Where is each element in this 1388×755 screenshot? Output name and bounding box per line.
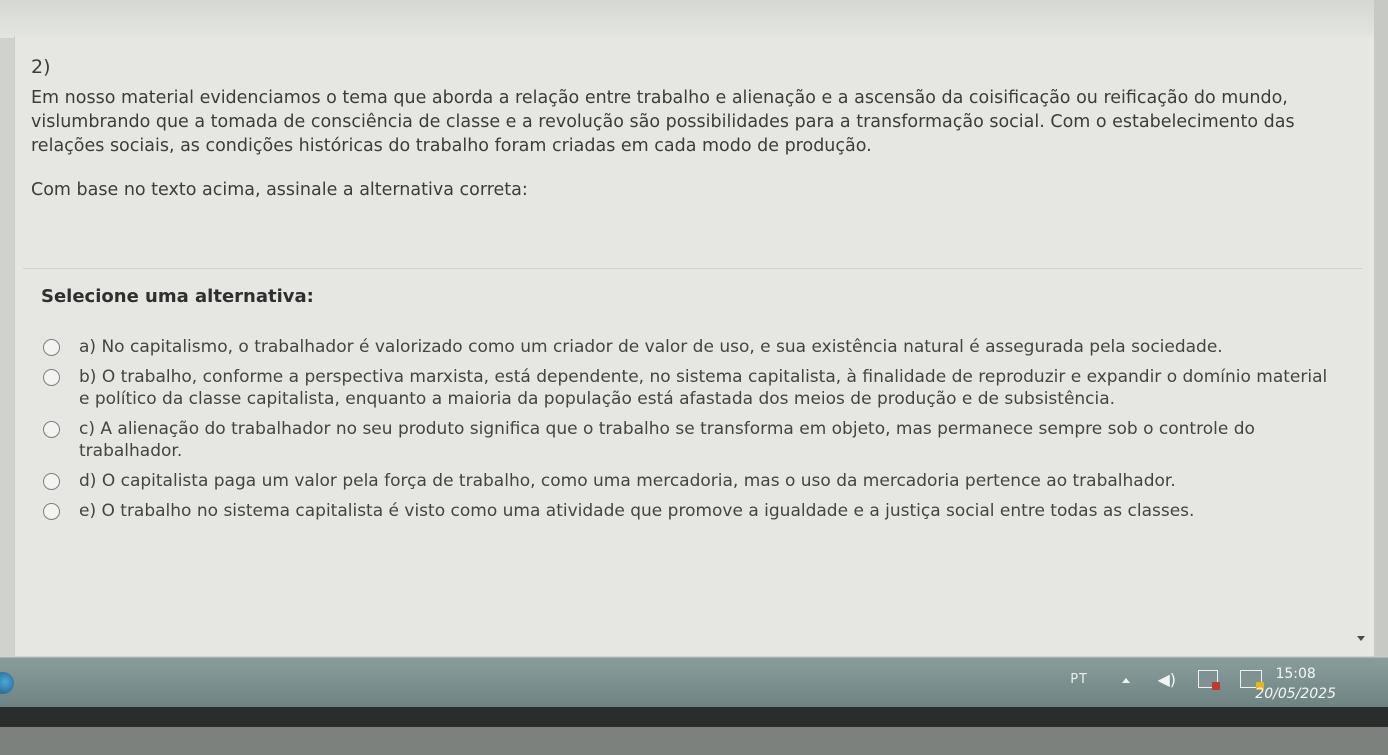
chevron-up-icon[interactable] [1122, 678, 1130, 683]
alternative-b-text: b) O trabalho, conforme a perspectiva ma… [79, 367, 1328, 409]
clock-time: 15:08 [1275, 666, 1316, 682]
start-orb-icon[interactable] [0, 672, 14, 694]
clock[interactable]: 15:08 20/05/2025 [1255, 664, 1336, 704]
question-number: 2) [31, 56, 51, 78]
taskbar: PT ◀) 15:08 20/05/2025 [0, 657, 1388, 708]
alternative-d[interactable]: d) O capitalista paga um valor pela forç… [43, 470, 1343, 492]
alternative-d-text: d) O capitalista paga um valor pela forç… [79, 471, 1176, 491]
question-command: Com base no texto acima, assinale a alte… [31, 180, 528, 200]
divider [23, 268, 1363, 269]
alternatives-list: a) No capitalismo, o trabalhador é valor… [43, 336, 1343, 530]
alternative-c[interactable]: c) A alienação do trabalhador no seu pro… [43, 418, 1343, 462]
chevron-down-icon[interactable] [1357, 636, 1365, 641]
alternative-b[interactable]: b) O trabalho, conforme a perspectiva ma… [43, 366, 1343, 410]
monitor-top-edge [0, 0, 1388, 38]
alternative-e[interactable]: e) O trabalho no sistema capitalista é v… [43, 500, 1343, 522]
clock-date: 20/05/2025 [1255, 686, 1336, 702]
alternative-c-text: c) A alienação do trabalhador no seu pro… [79, 419, 1255, 461]
flag-icon[interactable] [1198, 670, 1220, 690]
radio-e[interactable] [43, 503, 60, 520]
alternative-e-text: e) O trabalho no sistema capitalista é v… [79, 501, 1195, 521]
radio-a[interactable] [43, 339, 60, 356]
desk-surface [0, 727, 1388, 755]
select-alternative-label: Selecione uma alternativa: [41, 286, 314, 307]
alternative-a-text: a) No capitalismo, o trabalhador é valor… [79, 337, 1223, 357]
radio-d[interactable] [43, 473, 60, 490]
language-indicator[interactable]: PT [1070, 672, 1088, 687]
radio-c[interactable] [43, 421, 60, 438]
alternative-a[interactable]: a) No capitalismo, o trabalhador é valor… [43, 336, 1343, 358]
question-statement: Em nosso material evidenciamos o tema qu… [31, 88, 1295, 156]
quiz-page: 2) Em nosso material evidenciamos o tema… [14, 36, 1375, 656]
question-block: 2) Em nosso material evidenciamos o tema… [31, 56, 1361, 200]
radio-b[interactable] [43, 369, 60, 386]
speaker-icon[interactable]: ◀) [1157, 670, 1176, 689]
monitor-right-edge [1374, 0, 1388, 657]
